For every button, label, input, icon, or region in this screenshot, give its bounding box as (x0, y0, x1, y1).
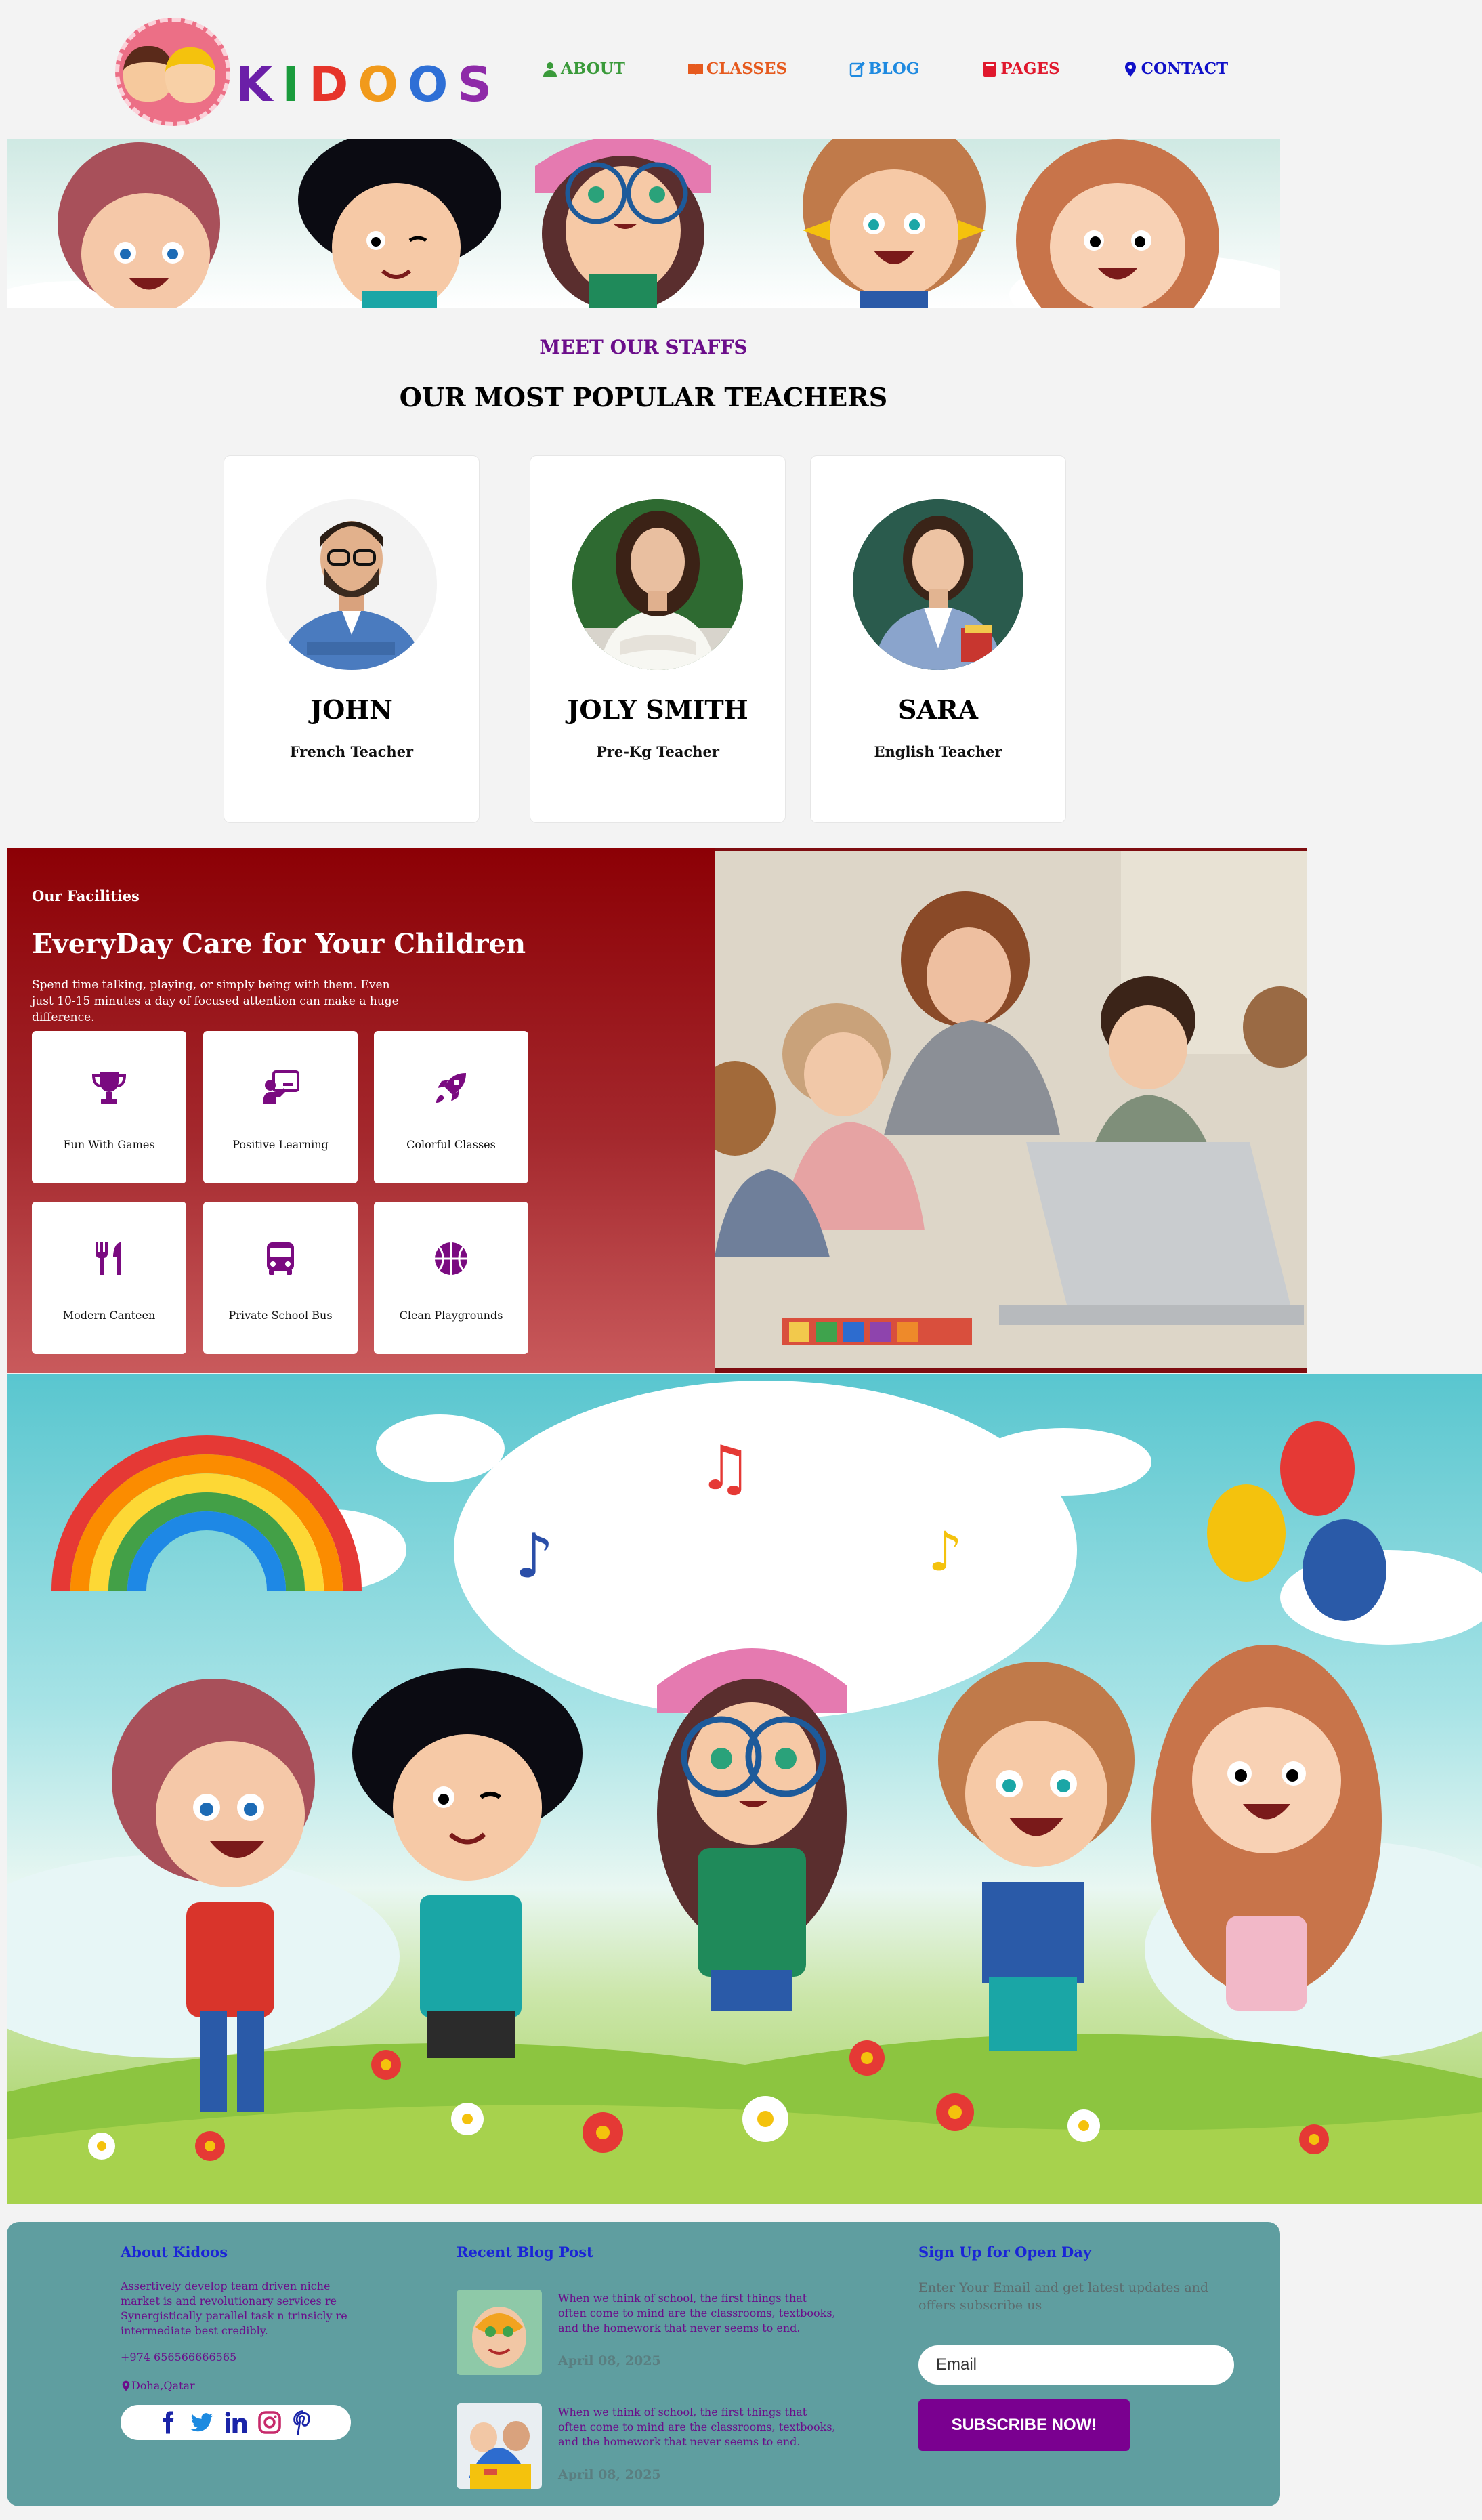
hero-banner (7, 139, 1280, 308)
nav-about-label: About (561, 60, 625, 78)
edit-icon (849, 61, 866, 77)
nav-contact-label: Contact (1141, 60, 1229, 78)
nav-classes[interactable]: Classes (687, 60, 787, 78)
teacher-card[interactable]: SARA English Teacher (810, 455, 1066, 823)
map-marker-icon (122, 2380, 130, 2391)
twitter-icon[interactable] (190, 2410, 214, 2435)
nav-pages[interactable]: Pages (981, 60, 1060, 78)
blog-post-item[interactable]: When we think of school, the first thing… (457, 2290, 836, 2378)
blog-post-date: April 08, 2025 (558, 2467, 661, 2482)
facilities-kicker: Our Facilities (32, 887, 140, 904)
footer-signup-text: Enter Your Email and get latest updates … (918, 2280, 1209, 2313)
staff-subtitle: MEET OUR STAFFS (539, 336, 748, 358)
social-links (121, 2405, 351, 2440)
facility-label: Colorful Classes (406, 1138, 496, 1151)
facility-card-classes[interactable]: Colorful Classes (374, 1031, 528, 1183)
facility-label: Modern Canteen (62, 1309, 156, 1322)
site-footer: About Kidoos Assertively develop team dr… (7, 2222, 1280, 2506)
teacher-card[interactable]: JOHN French Teacher (224, 455, 480, 823)
teacher-board-icon (263, 1070, 299, 1104)
svg-text:♪: ♪ (928, 1520, 962, 1583)
blog-thumbnail[interactable] (457, 2290, 542, 2375)
footer-signup-title: Sign Up for Open Day (918, 2244, 1092, 2261)
facilities-section: Our Facilities EveryDay Care for Your Ch… (7, 848, 1307, 1373)
facilities-title: EveryDay Care for Your Children (32, 928, 526, 960)
basketball-icon (435, 1242, 467, 1275)
facility-label: Private School Bus (228, 1309, 333, 1322)
nav-contact[interactable]: Contact (1122, 60, 1229, 78)
bus-icon (267, 1242, 294, 1275)
kids-playground-illustration: ♪ ♫ ♪ (7, 1374, 1482, 2204)
blog-post-text: When we think of school, the first thing… (558, 2406, 836, 2448)
subscribe-button[interactable]: SUBSCRIBE NOW! (918, 2399, 1130, 2451)
pinterest-icon[interactable] (291, 2410, 316, 2435)
teacher-role: Pre-Kg Teacher (596, 743, 719, 760)
staff-title: OUR MOST POPULAR TEACHERS (399, 382, 888, 413)
user-icon (543, 62, 557, 77)
teacher-name: SARA (898, 694, 978, 725)
kids-banner-illustration (7, 139, 1280, 308)
footer-about-title: About Kidoos (121, 2244, 228, 2261)
teacher-photo (853, 499, 1023, 670)
blog-post-item[interactable]: When we think of school, the first thing… (457, 2403, 836, 2492)
nav-blog[interactable]: Blog (849, 60, 919, 78)
teacher-role: English Teacher (874, 743, 1002, 760)
facebook-icon[interactable] (156, 2410, 180, 2435)
facility-card-bus[interactable]: Private School Bus (203, 1202, 358, 1354)
teacher-role: French Teacher (289, 743, 414, 760)
facility-label: Clean Playgrounds (399, 1309, 503, 1322)
facility-card-learning[interactable]: Positive Learning (203, 1031, 358, 1183)
book-icon (983, 61, 996, 77)
blog-thumbnail[interactable] (457, 2403, 542, 2489)
facility-label: Positive Learning (232, 1138, 329, 1151)
nav-classes-label: Classes (706, 60, 788, 78)
footer-location: Doha,Qatar (121, 2379, 195, 2392)
map-marker-icon (1124, 61, 1136, 77)
footer-phone[interactable]: +974 656566666565 (121, 2351, 236, 2364)
teacher-photo (266, 499, 437, 670)
trophy-icon (91, 1072, 127, 1104)
teacher-name: JOLY SMITH (567, 694, 748, 725)
rocket-icon (436, 1073, 466, 1103)
teacher-name: JOHN (310, 694, 393, 725)
blog-post-text: When we think of school, the first thing… (558, 2292, 836, 2334)
nav-about[interactable]: About (542, 60, 625, 78)
utensils-icon (96, 1242, 121, 1275)
kidoos-logo[interactable]: KIDOOS (108, 18, 492, 130)
nav-blog-label: Blog (868, 60, 920, 78)
svg-text:♪: ♪ (515, 1521, 553, 1592)
footer-blog-title: Recent Blog Post (457, 2244, 593, 2261)
logo-girl-face (165, 47, 215, 103)
main-nav: About Classes Blog Pages Contact (542, 60, 1290, 78)
teacher-photo (572, 499, 743, 670)
teacher-with-kids-photo (715, 851, 1307, 1368)
email-field[interactable] (918, 2345, 1234, 2385)
instagram-icon[interactable] (257, 2410, 282, 2435)
footer-about-text: Assertively develop team driven niche ma… (121, 2280, 347, 2337)
footer-location-text: Doha,Qatar (131, 2379, 195, 2392)
facility-card-playgrounds[interactable]: Clean Playgrounds (374, 1202, 528, 1354)
linkedin-icon[interactable] (224, 2410, 248, 2435)
logo-wordmark: KIDOOS (236, 57, 501, 112)
facility-card-games[interactable]: Fun With Games (32, 1031, 186, 1183)
facilities-description: Spend time talking, playing, or simply b… (32, 978, 399, 1024)
facilities-photo-frame (715, 848, 1307, 1373)
book-open-icon (687, 63, 703, 75)
facility-card-canteen[interactable]: Modern Canteen (32, 1202, 186, 1354)
facilities-panel: Our Facilities EveryDay Care for Your Ch… (7, 848, 715, 1373)
svg-text:♫: ♫ (698, 1433, 753, 1504)
teacher-card[interactable]: JOLY SMITH Pre-Kg Teacher (530, 455, 786, 823)
nav-pages-label: Pages (1000, 60, 1060, 78)
site-header: KIDOOS About Classes Blog Pages Contact (0, 0, 1482, 139)
blog-post-date: April 08, 2025 (558, 2353, 661, 2368)
facility-label: Fun With Games (63, 1138, 155, 1151)
